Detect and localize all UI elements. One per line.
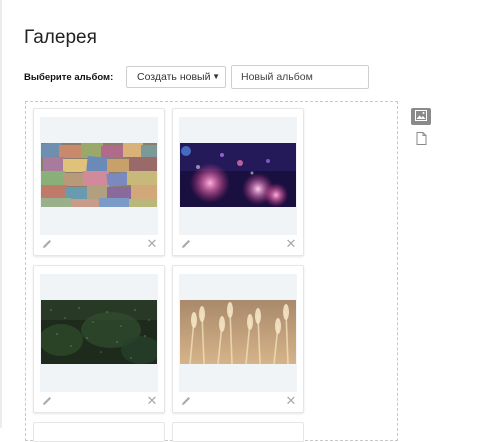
gallery-item[interactable]	[172, 422, 304, 442]
close-icon[interactable]: ✕	[146, 237, 158, 250]
thumbnail-frame	[40, 117, 158, 235]
gallery-item[interactable]: ✕	[33, 265, 165, 413]
pencil-icon[interactable]	[41, 237, 53, 249]
pencil-icon[interactable]	[180, 237, 192, 249]
list-view-button[interactable]	[416, 132, 427, 145]
file-icon	[416, 132, 427, 149]
pencil-icon[interactable]	[180, 394, 192, 406]
album-select[interactable]: Создать новый ▼	[126, 66, 226, 88]
gallery-item[interactable]: ✕	[33, 108, 165, 256]
image-icon	[415, 108, 427, 126]
gallery-item[interactable]: ✕	[172, 265, 304, 413]
album-label: Выберите альбом:	[24, 72, 114, 83]
rainy-window-photo	[41, 300, 157, 364]
wheat-field-photo	[180, 300, 296, 364]
thumbnail-frame	[40, 274, 158, 392]
album-select-value: Создать новый	[137, 71, 211, 83]
gallery-item[interactable]: ✕	[172, 108, 304, 256]
close-icon[interactable]: ✕	[146, 394, 158, 407]
banknotes-photo	[41, 143, 157, 207]
dropdown-arrow-icon: ▼	[212, 72, 220, 81]
thumbnail-frame	[179, 117, 297, 235]
pencil-icon[interactable]	[41, 394, 53, 406]
page-title: Галерея	[24, 27, 97, 48]
close-icon[interactable]: ✕	[285, 394, 297, 407]
grid-view-button[interactable]	[411, 108, 431, 125]
gallery-item[interactable]	[33, 422, 165, 442]
new-album-input[interactable]	[231, 65, 369, 89]
close-icon[interactable]: ✕	[285, 237, 297, 250]
bokeh-lights-photo	[180, 143, 296, 207]
gallery-dropzone[interactable]: ✕ ✕ ✕ ✕	[25, 101, 398, 442]
thumbnail-frame	[179, 274, 297, 392]
page-edge	[0, 0, 2, 428]
